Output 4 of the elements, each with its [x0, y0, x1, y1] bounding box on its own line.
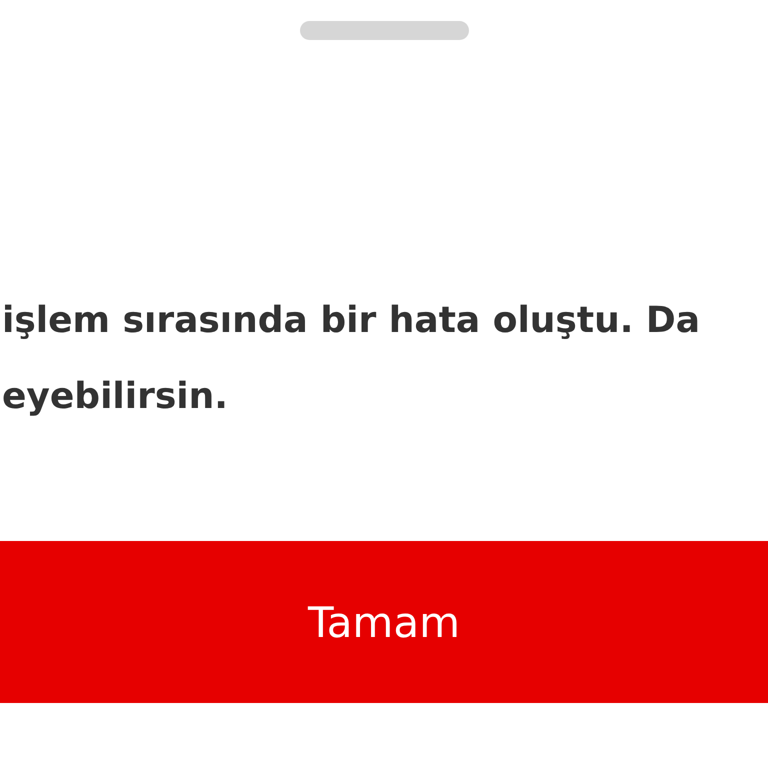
drag-handle[interactable] [300, 21, 468, 40]
ok-button[interactable]: Tamam [0, 541, 768, 703]
error-message-line: işlem sırasında bir hata oluştu. Da [2, 299, 700, 343]
error-message-line: eyebilirsin. [2, 375, 228, 419]
